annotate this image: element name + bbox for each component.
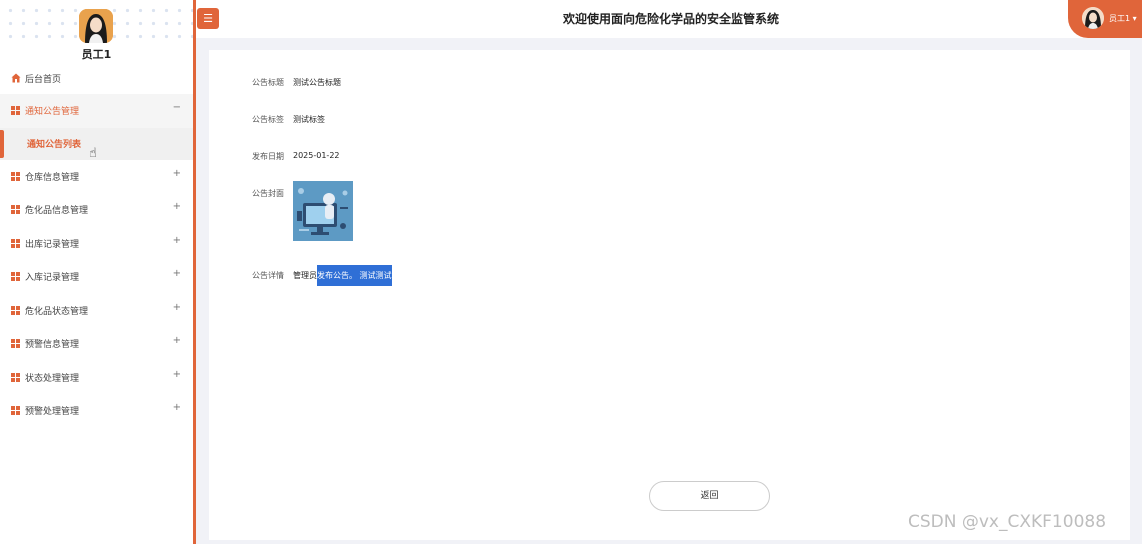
watermark: CSDN @vx_CXKF10088 — [908, 512, 1107, 532]
grid-icon — [11, 106, 20, 116]
tag-value: 测试标签 — [293, 115, 325, 124]
user-menu[interactable]: 员工1 ▾ — [1068, 0, 1142, 38]
return-button[interactable]: 返回 — [649, 481, 770, 511]
grid-icon — [11, 205, 20, 215]
sidebar-item-label: 入库记录管理 — [25, 273, 80, 284]
title-label: 公告标题 — [252, 78, 284, 87]
sidebar-item-outbound[interactable]: 出库记录管理 + — [0, 227, 193, 261]
grid-icon — [11, 339, 20, 349]
grid-icon — [11, 238, 20, 248]
date-value: 2025-01-22 — [293, 151, 340, 160]
expand-icon[interactable]: + — [173, 201, 181, 212]
header-avatar — [1082, 7, 1104, 29]
sidebar-item-chemical-status[interactable]: 危化品状态管理 + — [0, 294, 193, 328]
sidebar-item-warning-info[interactable]: 预警信息管理 + — [0, 327, 193, 361]
page-title: 欢迎使用面向危险化学品的安全监管系统 — [562, 12, 779, 26]
content-label: 公告详情 — [252, 271, 284, 280]
sidebar-item-label: 预警信息管理 — [25, 340, 80, 351]
expand-icon[interactable]: + — [173, 302, 181, 313]
expand-icon[interactable]: + — [173, 235, 181, 246]
collapse-icon[interactable]: − — [173, 102, 181, 113]
sidebar-item-label: 危化品状态管理 — [25, 306, 89, 317]
sidebar-item-label: 后台首页 — [25, 74, 62, 85]
expand-icon[interactable]: + — [173, 369, 181, 380]
grid-icon — [11, 372, 20, 382]
active-indicator — [0, 129, 4, 158]
expand-icon[interactable]: + — [173, 335, 181, 346]
expand-icon[interactable]: + — [173, 168, 181, 179]
sidebar: 员工1 后台首页 通知公告管理 − 通知公告列表 仓库信息管理 + 危化品信息管… — [0, 0, 193, 544]
sidebar-item-label: 出库记录管理 — [25, 239, 80, 250]
header-user-name: 员工1 ▾ — [1109, 14, 1137, 23]
detail-card — [209, 50, 1130, 540]
expand-icon[interactable]: + — [173, 402, 181, 413]
sidebar-item-label: 危化品信息管理 — [25, 206, 89, 217]
grid-icon — [11, 171, 20, 181]
sidebar-item-label: 仓库信息管理 — [25, 172, 80, 183]
tag-label: 公告标签 — [252, 115, 284, 124]
sidebar-item-notice-management[interactable]: 通知公告管理 − — [0, 94, 193, 128]
title-value: 测试公告标题 — [293, 78, 341, 87]
sidebar-item-label: 状态处理管理 — [25, 373, 80, 384]
sidebar-item-label: 通知公告管理 — [25, 107, 80, 118]
sidebar-item-status-handling[interactable]: 状态处理管理 + — [0, 361, 193, 395]
hand-cursor-icon: ☝ — [89, 146, 97, 161]
sidebar-subitem-label: 通知公告列表 — [27, 140, 82, 150]
grid-icon — [11, 272, 20, 282]
sidebar-item-warehouse[interactable]: 仓库信息管理 + — [0, 160, 193, 194]
date-label: 发布日期 — [252, 152, 284, 161]
sidebar-item-warning-handling[interactable]: 预警处理管理 + — [0, 394, 193, 428]
cover-image[interactable] — [293, 181, 353, 241]
sidebar-menu: 后台首页 通知公告管理 − 通知公告列表 仓库信息管理 + 危化品信息管理 + … — [0, 62, 193, 428]
cover-label: 公告封面 — [252, 189, 284, 198]
content-prefix: 管理员 — [293, 271, 317, 280]
user-avatar[interactable] — [79, 9, 113, 43]
sidebar-item-inbound[interactable]: 入库记录管理 + — [0, 260, 193, 294]
home-icon — [11, 73, 21, 83]
sidebar-item-chemicals[interactable]: 危化品信息管理 + — [0, 193, 193, 227]
sidebar-item-label: 预警处理管理 — [25, 407, 80, 418]
selected-content-text[interactable]: 发布公告。 测试测试 — [317, 265, 392, 286]
content-value: 管理员发布公告。 测试测试 — [293, 265, 392, 286]
expand-icon[interactable]: + — [173, 268, 181, 279]
user-name: 员工1 — [81, 48, 112, 61]
sidebar-item-home[interactable]: 后台首页 — [0, 62, 193, 94]
grid-icon — [11, 406, 20, 416]
grid-icon — [11, 305, 20, 315]
